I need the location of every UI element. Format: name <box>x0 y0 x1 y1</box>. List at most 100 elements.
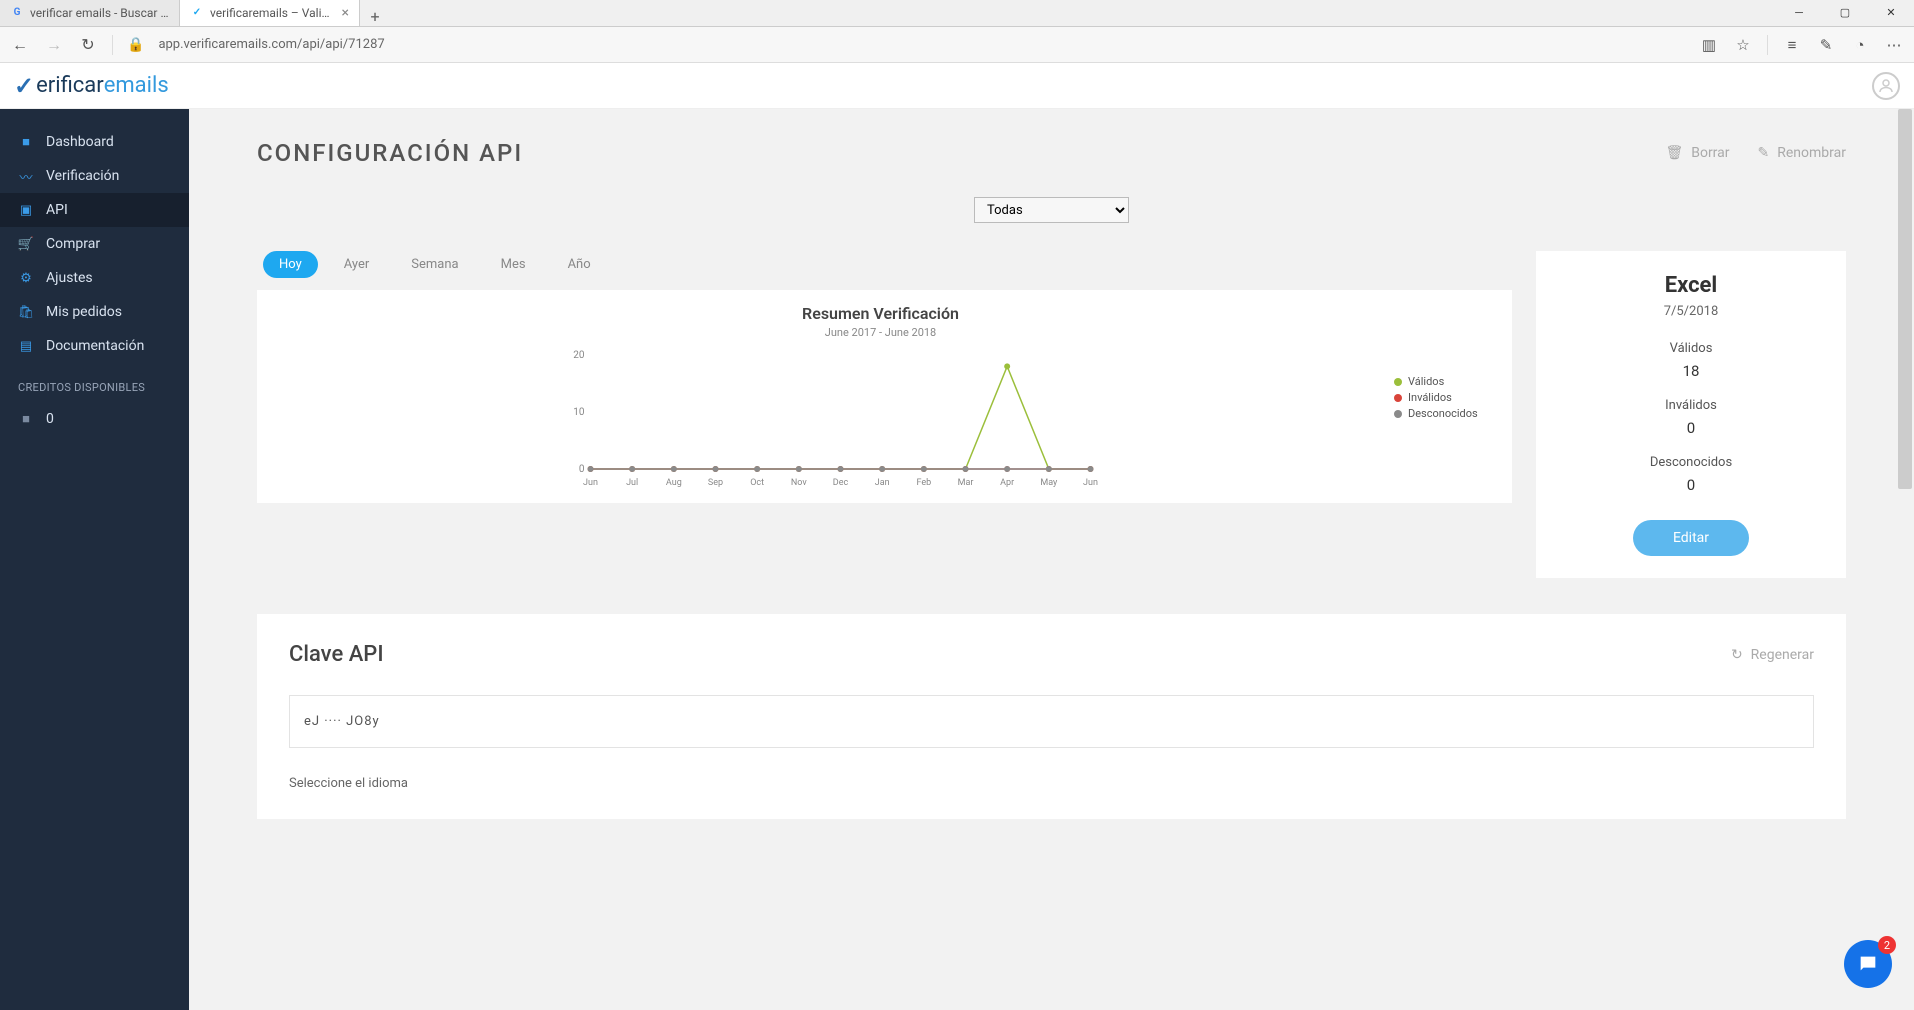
favorite-icon[interactable]: ☆ <box>1733 35 1753 55</box>
svg-text:0: 0 <box>579 464 585 475</box>
chart-subtitle: June 2017 - June 2018 <box>267 326 1494 339</box>
api-key-section: Clave API ↻Regenerar eJ ···· JO8y Selecc… <box>257 614 1846 819</box>
gear-icon: ⚙ <box>18 270 34 286</box>
app-favicon: ✓ <box>190 6 204 20</box>
new-tab-button[interactable]: + <box>360 7 390 26</box>
reading-view-icon[interactable]: ▥ <box>1699 35 1719 55</box>
sidebar-item-dashboard[interactable]: ■Dashboard <box>0 125 189 159</box>
sidebar-item-label: Ajustes <box>46 270 93 286</box>
credits-value: 0 <box>46 411 54 427</box>
main-content: CONFIGURACIÓN API 🗑 Borrar ✎ Renombrar Tod… <box>189 63 1914 1010</box>
legend-label: Desconocidos <box>1408 407 1478 420</box>
notes-icon[interactable]: ✎ <box>1816 35 1836 55</box>
tab-year[interactable]: Año <box>552 251 607 278</box>
tab-active[interactable]: ✓ verificaremails – Validan × <box>180 0 360 26</box>
tab-month[interactable]: Mes <box>485 251 542 278</box>
legend-color-icon <box>1394 378 1402 386</box>
stat-value: 0 <box>1556 476 1826 494</box>
browser-tab-bar: G verificar emails - Buscar con ✓ verifi… <box>0 0 1914 27</box>
svg-text:Mar: Mar <box>958 478 974 488</box>
legend-item[interactable]: Inválidos <box>1394 391 1494 404</box>
legend-color-icon <box>1394 394 1402 402</box>
legend-label: Válidos <box>1408 375 1444 388</box>
sidebar-item-label: Documentación <box>46 338 144 354</box>
lock-icon[interactable]: 🔒 <box>127 37 144 53</box>
stat-value: 0 <box>1556 419 1826 437</box>
chat-button[interactable]: 2 <box>1844 940 1892 988</box>
edit-button[interactable]: Editar <box>1633 520 1749 556</box>
sidebar-item-orders[interactable]: 🛍 Mis pedidos <box>0 295 189 329</box>
svg-text:Sep: Sep <box>708 478 723 488</box>
sidebar-item-api[interactable]: ▣API <box>0 193 189 227</box>
stats-card: Excel 7/5/2018 Válidos18 Inválidos0 Desc… <box>1536 251 1846 578</box>
delete-button[interactable]: 🗑 Borrar <box>1665 145 1729 161</box>
action-label: Renombrar <box>1777 145 1846 161</box>
stat-label: Válidos <box>1556 341 1826 356</box>
sidebar-item-label: Mis pedidos <box>46 304 122 320</box>
action-label: Borrar <box>1691 145 1729 161</box>
stat-label: Desconocidos <box>1556 455 1826 470</box>
stat-value: 18 <box>1556 362 1826 380</box>
chart-title: Resumen Verificación <box>267 304 1494 323</box>
more-icon[interactable]: ⋯ <box>1884 35 1904 55</box>
tab-inactive[interactable]: G verificar emails - Buscar con <box>0 0 180 26</box>
filter-select[interactable]: Todas <box>974 197 1129 223</box>
tab-week[interactable]: Semana <box>395 251 474 278</box>
api-key-box[interactable]: eJ ···· JO8y <box>289 695 1814 748</box>
back-button[interactable]: ← <box>10 35 30 55</box>
minimize-button[interactable]: ─ <box>1776 0 1822 26</box>
logo[interactable]: ✓erificaremails <box>14 72 169 100</box>
url-field[interactable]: app.verificaremails.com/api/api/71287 <box>158 37 1685 52</box>
sidebar-item-verification[interactable]: 〰Verificación <box>0 159 189 193</box>
share-icon[interactable]: ◔ <box>1850 35 1870 55</box>
tab-yesterday[interactable]: Ayer <box>328 251 386 278</box>
legend-item[interactable]: Desconocidos <box>1394 407 1494 420</box>
divider <box>112 35 113 55</box>
stat-label: Inválidos <box>1556 398 1826 413</box>
tab-title: verificaremails – Validan <box>210 6 336 20</box>
chart-legend: Válidos Inválidos Desconocidos <box>1394 349 1494 489</box>
credits-icon: ■ <box>18 411 34 427</box>
svg-text:Dec: Dec <box>833 478 849 488</box>
svg-text:Aug: Aug <box>666 478 682 488</box>
hub-icon[interactable]: ≡ <box>1782 35 1802 55</box>
sidebar-item-label: API <box>46 202 68 218</box>
logo-text-2: emails <box>104 73 169 98</box>
avatar[interactable] <box>1872 72 1900 100</box>
tab-today[interactable]: Hoy <box>263 251 318 278</box>
svg-text:May: May <box>1040 478 1058 488</box>
sidebar-item-docs[interactable]: ▤Documentación <box>0 329 189 363</box>
chart-card: Resumen Verificación June 2017 - June 20… <box>257 290 1512 503</box>
refresh-button[interactable]: ↻ <box>78 35 98 55</box>
dashboard-icon: ■ <box>18 134 34 150</box>
page-title: CONFIGURACIÓN API <box>257 139 523 167</box>
cart-icon: 🛒 <box>18 236 34 252</box>
close-tab-icon[interactable]: × <box>342 5 349 21</box>
sidebar-credits[interactable]: ■0 <box>0 402 189 436</box>
scrollbar[interactable] <box>1898 109 1912 489</box>
forward-button[interactable]: → <box>44 35 64 55</box>
close-window-button[interactable]: ✕ <box>1868 0 1914 26</box>
trash-icon: 🗑 <box>1665 145 1683 161</box>
language-label: Seleccione el idioma <box>289 776 1814 791</box>
maximize-button[interactable]: ▢ <box>1822 0 1868 26</box>
rename-button[interactable]: ✎ Renombrar <box>1758 145 1846 161</box>
svg-text:Jul: Jul <box>626 478 638 488</box>
sidebar: ■Dashboard 〰Verificación ▣API 🛒Comprar ⚙… <box>0 63 189 1010</box>
legend-item[interactable]: Válidos <box>1394 375 1494 388</box>
logo-check-icon: ✓ <box>14 72 34 100</box>
svg-text:Jan: Jan <box>875 478 890 488</box>
regenerate-label: Regenerar <box>1751 647 1814 663</box>
sidebar-item-buy[interactable]: 🛒Comprar <box>0 227 189 261</box>
bag-icon: 🛍 <box>18 304 34 320</box>
regenerate-button[interactable]: ↻ Regenerar <box>1731 647 1814 663</box>
svg-text:Nov: Nov <box>791 478 807 488</box>
edit-icon: ✎ <box>1758 145 1770 161</box>
google-favicon: G <box>10 6 24 20</box>
logo-text-1: erificar <box>36 73 104 98</box>
verify-icon: 〰 <box>18 168 34 184</box>
sidebar-item-settings[interactable]: ⚙ Ajustes <box>0 261 189 295</box>
refresh-icon: ↻ <box>1731 647 1743 663</box>
sidebar-section-header: CREDITOS DISPONIBLES <box>0 363 189 402</box>
stats-title: Excel <box>1556 273 1826 298</box>
